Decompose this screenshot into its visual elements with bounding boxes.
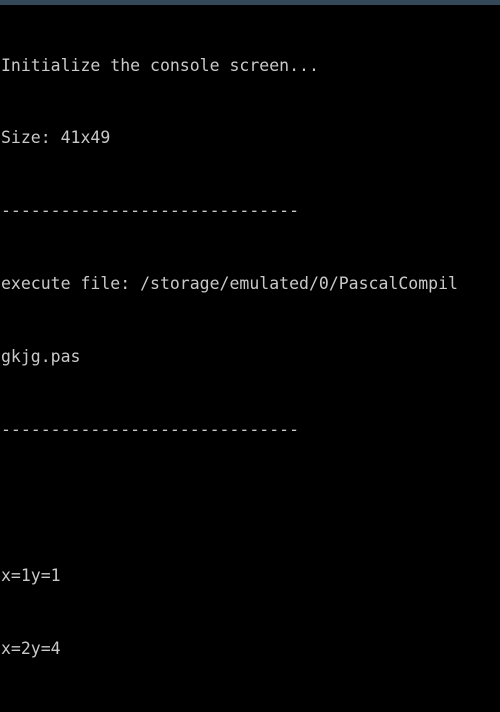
console-line-separator-1: ------------------------------ xyxy=(1,201,300,221)
console-line-size: Size: 41x49 xyxy=(1,128,111,148)
console-line-execute-path-wrap: gkjg.pas xyxy=(1,347,81,367)
console-line-separator-2: ------------------------------ xyxy=(1,420,300,440)
console-window: Initialize the console screen... Size: 4… xyxy=(0,0,500,712)
console-line-blank xyxy=(0,491,500,515)
console-line-result: x=2y=4 xyxy=(1,638,61,658)
console-line-init: Initialize the console screen... xyxy=(1,55,319,75)
console-line-result: x=1y=1 xyxy=(1,565,61,585)
console-line-execute-path: execute file: /storage/emulated/0/Pascal… xyxy=(1,274,458,294)
console-output-text[interactable]: Initialize the console screen... Size: 4… xyxy=(0,5,500,712)
